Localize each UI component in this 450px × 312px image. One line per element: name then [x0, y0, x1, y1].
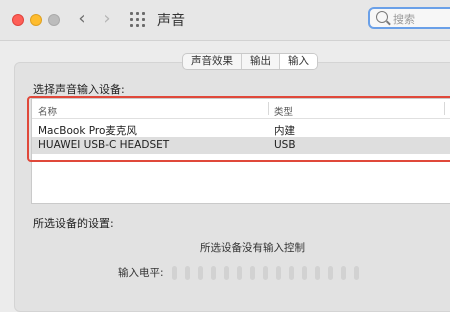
level-segment: [263, 266, 268, 280]
level-segment: [172, 266, 177, 280]
input-level-label: 输入电平:: [118, 267, 164, 279]
column-header-type[interactable]: 类型: [274, 104, 293, 118]
search-input[interactable]: 搜索: [368, 7, 450, 29]
input-level-meter: [172, 266, 359, 280]
tab-sound-effects[interactable]: 声音效果: [183, 54, 242, 69]
device-name: MacBook Pro麦克风: [38, 125, 137, 137]
level-segment: [185, 266, 190, 280]
level-segment: [224, 266, 229, 280]
device-name: HUAWEI USB-C HEADSET: [38, 139, 170, 151]
device-list[interactable]: 名称 类型 MacBook Pro麦克风 内建 HUAWEI USB-C HEA…: [31, 98, 450, 204]
level-segment: [341, 266, 346, 280]
minimize-window-button[interactable]: [30, 14, 42, 26]
list-header: 名称 类型: [32, 99, 450, 119]
column-divider: [444, 102, 445, 115]
device-type: 内建: [274, 125, 295, 137]
search-placeholder: 搜索: [393, 13, 415, 26]
column-divider: [268, 102, 269, 115]
device-type: USB: [274, 139, 296, 151]
level-segment: [211, 266, 216, 280]
level-segment: [198, 266, 203, 280]
level-segment: [276, 266, 281, 280]
level-segment: [302, 266, 307, 280]
device-row-macbook-mic[interactable]: MacBook Pro麦克风 内建: [32, 121, 450, 138]
title-bar: ‹ › 声音 搜索: [0, 0, 450, 41]
selected-device-settings-title: 所选设备的设置:: [33, 217, 114, 230]
close-window-button[interactable]: [12, 14, 24, 26]
level-segment: [250, 266, 255, 280]
column-header-name[interactable]: 名称: [38, 104, 57, 118]
forward-arrow-icon[interactable]: ›: [98, 9, 116, 29]
tab-input[interactable]: 输入: [280, 54, 317, 69]
show-all-grid-icon[interactable]: [130, 12, 146, 28]
level-segment: [237, 266, 242, 280]
input-device-section-title: 选择声音输入设备:: [33, 83, 125, 96]
device-row-huawei-headset[interactable]: HUAWEI USB-C HEADSET USB: [32, 137, 450, 154]
segmented-tabs: 声音效果 输出 输入: [182, 53, 318, 70]
level-segment: [328, 266, 333, 280]
window-title: 声音: [157, 13, 185, 29]
tab-output[interactable]: 输出: [242, 54, 280, 69]
level-segment: [289, 266, 294, 280]
back-arrow-icon[interactable]: ‹: [73, 9, 91, 29]
search-icon: [376, 11, 388, 23]
level-segment: [315, 266, 320, 280]
zoom-window-button[interactable]: [48, 14, 60, 26]
level-segment: [354, 266, 359, 280]
no-input-controls-message: 所选设备没有输入控制: [200, 242, 305, 254]
